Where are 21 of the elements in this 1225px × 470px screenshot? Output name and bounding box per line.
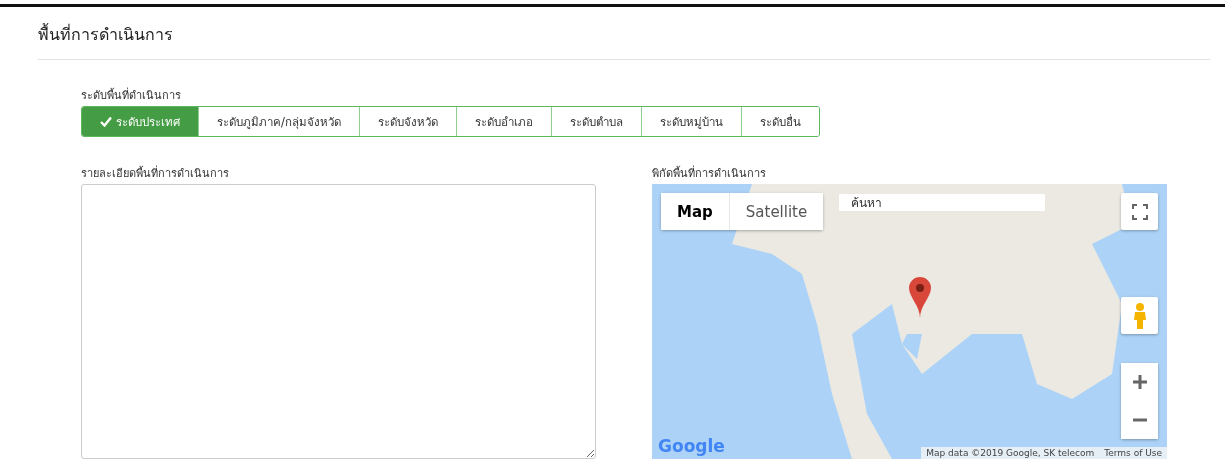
map-search-field[interactable]: ค้นหา [839,194,1045,211]
level-option-button[interactable]: ระดับอื่น [740,107,819,136]
terms-link[interactable]: Terms of Use [1099,447,1167,459]
field-label: ระดับพื้นที่ดำเนินการ [81,86,182,104]
fullscreen-button[interactable] [1121,193,1158,230]
fullscreen-icon [1131,203,1148,220]
section-title: พื้นที่การดำเนินการ [38,22,174,46]
field-label: รายละเอียดพื้นที่การดำเนินการ [81,164,230,182]
zoom-in-button[interactable] [1121,363,1158,401]
check-icon [100,116,112,127]
minus-icon [1131,418,1148,422]
plus-icon [1131,374,1148,390]
map-type-button[interactable]: Map [661,193,729,230]
map-view[interactable]: Map Satellite ค้นหา Google Map data ©2019 Google, SK telecom Terms of Use [652,184,1167,459]
map-pin-icon [909,277,931,318]
street-view-button[interactable] [1121,297,1158,334]
map-type-button[interactable]: Satellite [728,193,824,230]
map-logo: Google [658,436,725,456]
map-attribution: Map data ©2019 Google, SK telecom [925,447,1096,459]
person-icon [1132,301,1147,330]
field-label: พิกัดพื้นที่การดำเนินการ [652,164,767,182]
